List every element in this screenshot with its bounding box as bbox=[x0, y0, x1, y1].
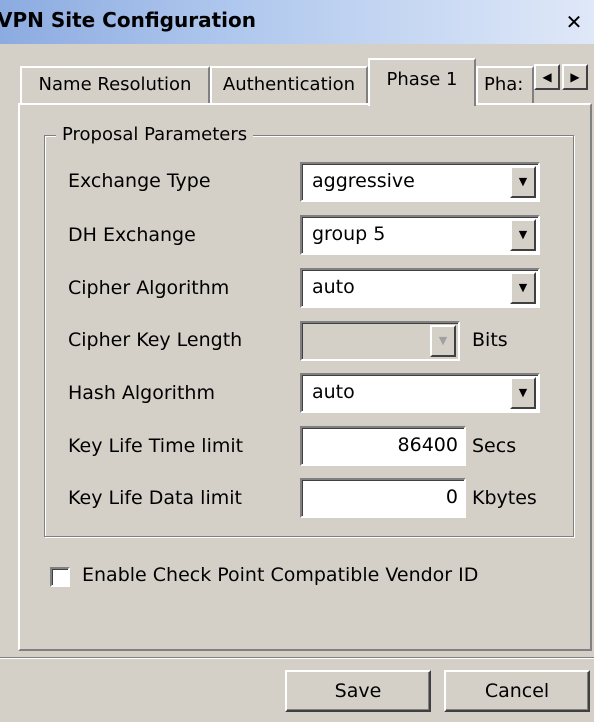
select-value: aggressive bbox=[312, 170, 415, 192]
key-life-time-label: Key Life Time limit bbox=[68, 435, 244, 457]
cipher-key-length-select: ▼ bbox=[300, 321, 460, 361]
select-value: auto bbox=[312, 276, 355, 298]
save-button[interactable]: Save bbox=[285, 670, 431, 712]
title-bar: VPN Site Configuration ✕ bbox=[0, 0, 594, 44]
scroll-right-icon[interactable]: ▶ bbox=[562, 64, 588, 90]
cancel-button[interactable]: Cancel bbox=[444, 670, 590, 712]
tab-name-resolution[interactable]: Name Resolution bbox=[20, 66, 210, 104]
key-life-data-input[interactable]: 0 bbox=[300, 478, 466, 518]
tab-scroll-buttons: ◀ ▶ bbox=[534, 64, 590, 92]
group-title: Proposal Parameters bbox=[56, 124, 254, 145]
cipher-key-length-label: Cipher Key Length bbox=[68, 329, 243, 351]
chevron-down-icon[interactable]: ▼ bbox=[510, 166, 536, 198]
button-separator bbox=[0, 657, 594, 659]
vendor-id-checkbox[interactable] bbox=[50, 567, 70, 587]
tab-authentication[interactable]: Authentication bbox=[210, 66, 368, 104]
tab-phase-1[interactable]: Phase 1 bbox=[368, 58, 476, 106]
vendor-id-label[interactable]: Enable Check Point Compatible Vendor ID bbox=[82, 564, 478, 586]
dh-exchange-label: DH Exchange bbox=[68, 224, 196, 246]
cipher-algorithm-select[interactable]: auto ▼ bbox=[300, 268, 540, 308]
dh-exchange-select[interactable]: group 5 ▼ bbox=[300, 215, 540, 255]
bits-unit-label: Bits bbox=[472, 329, 508, 351]
tab-label: Name Resolution bbox=[38, 74, 192, 95]
key-life-time-input[interactable]: 86400 bbox=[300, 426, 466, 466]
tab-phase-2[interactable]: Pha: bbox=[476, 66, 534, 104]
tab-label: Phase 1 bbox=[386, 69, 458, 90]
kbytes-unit-label: Kbytes bbox=[472, 487, 537, 509]
key-life-data-label: Key Life Data limit bbox=[68, 487, 242, 509]
window-title: VPN Site Configuration bbox=[0, 8, 256, 32]
select-value: group 5 bbox=[312, 223, 386, 245]
tab-label: Pha: bbox=[484, 74, 524, 95]
secs-unit-label: Secs bbox=[472, 435, 517, 457]
chevron-down-icon[interactable]: ▼ bbox=[510, 219, 536, 251]
close-icon[interactable]: ✕ bbox=[562, 10, 586, 34]
scroll-left-icon[interactable]: ◀ bbox=[534, 64, 560, 90]
chevron-down-icon[interactable]: ▼ bbox=[510, 377, 536, 409]
chevron-down-icon: ▼ bbox=[430, 325, 456, 357]
cipher-algorithm-label: Cipher Algorithm bbox=[68, 277, 230, 299]
chevron-down-icon[interactable]: ▼ bbox=[510, 272, 536, 304]
exchange-type-label: Exchange Type bbox=[68, 170, 211, 192]
select-value: auto bbox=[312, 381, 355, 403]
tab-label: Authentication bbox=[222, 74, 356, 95]
hash-algorithm-select[interactable]: auto ▼ bbox=[300, 373, 540, 413]
exchange-type-select[interactable]: aggressive ▼ bbox=[300, 162, 540, 202]
hash-algorithm-label: Hash Algorithm bbox=[68, 382, 215, 404]
